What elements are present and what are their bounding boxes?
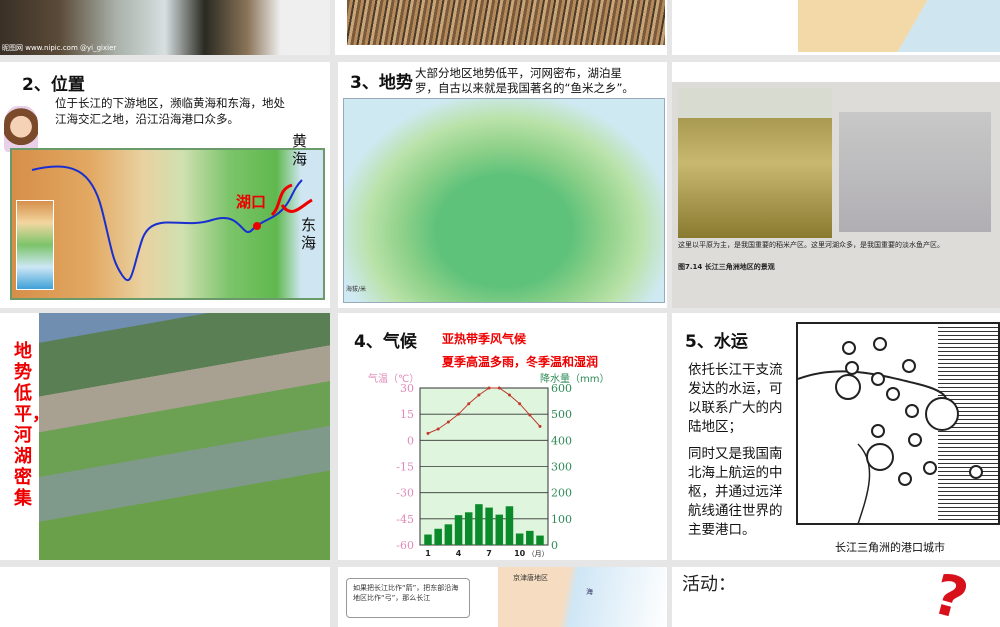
y-right-label: 降水量（mm） (540, 372, 609, 385)
lake-photo (839, 112, 991, 232)
reed-photo (347, 0, 665, 45)
slide-title: 活动： (682, 574, 736, 595)
terrain-map (343, 98, 665, 303)
y-right-tick: 300 (551, 461, 572, 474)
shipping-text-1: 依托长江干支流发达的水运，可以联系广大的内陆地区； (688, 362, 783, 435)
slide-text: 大部分地区地势低平，河网密布，湖泊星罗，自古以来就是我国著名的“鱼米之乡”。 (415, 66, 634, 95)
x-tick: 1 (425, 549, 431, 558)
slide-7-lowland[interactable]: 地势低平，河湖密集 (0, 313, 330, 560)
sea-label: 海 (586, 588, 593, 596)
y-left-tick: -60 (396, 539, 414, 552)
label-east-sea: 东海 (301, 216, 317, 252)
slide-text: 位于长江的下游地区，濒临黄海和东海，地处江海交汇之地，沿江沿海港口众多。 (55, 96, 285, 126)
y-right-tick: 500 (551, 408, 572, 421)
port-cities-map (796, 322, 1000, 525)
precip-bar (464, 512, 473, 545)
analogy-text: 如果把长江比作“箭”，把东部沿海地区比作“弓”，那么长江 (353, 584, 459, 602)
precip-bar (505, 506, 514, 545)
temperature-point (426, 431, 430, 435)
temperature-point (467, 402, 471, 406)
temperature-point (528, 413, 532, 417)
side-text: 地势低平，河湖密集 (14, 341, 50, 509)
map-legend: 海拔/米 (346, 286, 367, 293)
slide-8-climate[interactable]: 4、气候 亚热带季风气候 夏季高温多雨，冬季温和湿润 30 15 0 -15 -30 -4… (338, 313, 667, 560)
watermark: 昵图网 www.nipic.com @yi_gixier (2, 44, 117, 52)
slide-1[interactable]: 昵图网 www.nipic.com @yi_gixier (0, 0, 330, 55)
precip-bar (495, 514, 504, 545)
topographic-map (10, 148, 325, 300)
precip-bar (526, 530, 534, 545)
slide-title: 3、地势 (350, 73, 413, 93)
y-left-tick: -30 (396, 487, 414, 500)
temperature-point (538, 424, 542, 428)
slide-3[interactable] (672, 0, 1000, 55)
analogy-textbox: 如果把长江比作“箭”，把东部沿海地区比作“弓”，那么长江 (346, 578, 470, 618)
slide-5-terrain[interactable]: 3、地势 大部分地区地势低平，河网密布，湖泊星罗，自古以来就是我国著名的“鱼米之… (338, 62, 667, 308)
x-unit: （月） (528, 550, 549, 558)
y-left-tick: -15 (396, 461, 414, 474)
girl-illustration (4, 106, 38, 152)
temperature-point (436, 427, 440, 431)
map-drawing (798, 337, 983, 525)
precip-bar (434, 528, 442, 545)
precip-bar (444, 524, 453, 545)
slide-10[interactable] (0, 567, 330, 627)
precip-bar (424, 534, 432, 545)
y-right-tick: 0 (551, 539, 558, 552)
climate-type: 亚热带季风气候 (442, 332, 527, 346)
precip-bar (475, 504, 483, 545)
precip-bar (515, 533, 524, 545)
caption-text-2: 这里河湖众多，是我国重要的淡水鱼产区。 (811, 241, 944, 249)
label-yellow-sea: 黄海 (292, 132, 308, 168)
label-hukou: 湖口 (236, 193, 267, 211)
y-right-tick: 100 (551, 513, 572, 526)
caption-rice: 这里以平原为主，是我国重要的稻米产区。这里河湖众多，是我国重要的淡水鱼产区。 (678, 240, 944, 250)
map-legend (16, 200, 54, 290)
x-tick: 7 (486, 549, 492, 558)
precip-bar (454, 515, 463, 545)
slide-title: 5、水运 (685, 332, 748, 352)
temperature-point (507, 393, 511, 397)
region-label: 京津唐地区 (513, 574, 548, 582)
rice-field-photo (678, 88, 832, 238)
slide-6-landscape[interactable]: 这里以平原为主，是我国重要的稻米产区。这里河湖众多，是我国重要的淡水鱼产区。 图… (672, 62, 1000, 308)
precip-bar (536, 535, 544, 545)
slide-12-activity[interactable]: 活动： ? (672, 567, 1000, 627)
figure-caption: 图7.14 长江三角洲地区的景观 (678, 263, 775, 271)
yangtze-river (31, 165, 313, 282)
map-caption: 长江三角洲的港口城市 (835, 541, 945, 554)
y-right-tick: 200 (551, 487, 572, 500)
temperature-point (457, 412, 461, 416)
y-left-tick: 0 (407, 434, 414, 447)
slide-4-location[interactable]: 2、位置 位于长江的下游地区，濒临黄海和东海，地处江海交汇之地，沿江沿海港口众多… (0, 62, 330, 308)
y-right-tick: 400 (551, 434, 572, 447)
x-tick: 4 (456, 549, 462, 558)
precip-bar (485, 507, 493, 545)
sluice-aerial-photo (39, 313, 330, 560)
y-left-tick: 15 (400, 408, 414, 421)
slide-title: 4、气候 (354, 332, 417, 352)
slide-11[interactable]: 京津唐地区 海 如果把长江比作“箭”，把东部沿海地区比作“弓”，那么长江 (338, 567, 667, 627)
slide-9-shipping[interactable]: 5、水运 依托长江干支流发达的水运，可以联系广大的内陆地区； 同时又是我国南北海… (672, 313, 1000, 560)
region-map (798, 0, 1000, 52)
y-left-label: 气温（℃） (368, 372, 419, 385)
temperature-point (497, 386, 501, 390)
shipping-text-2: 同时又是我国南北海上航运的中枢，并通过远洋航线通往世界的主要港口。 (688, 446, 783, 538)
temperature-point (518, 402, 522, 406)
temperature-point (477, 393, 481, 397)
temperature-point (487, 386, 491, 390)
slide-title: 2、位置 (22, 75, 85, 95)
question-mark-icon: ? (926, 567, 975, 627)
x-tick: 10 (514, 549, 526, 558)
y-left-tick: -45 (396, 513, 414, 526)
slide-2[interactable] (335, 0, 667, 55)
temperature-point (446, 420, 450, 424)
caption-text-1: 这里以平原为主，是我国重要的稻米产区。 (678, 241, 811, 249)
climate-chart: 30150-15-30-45-606005004003002001000气温（℃… (368, 372, 609, 558)
